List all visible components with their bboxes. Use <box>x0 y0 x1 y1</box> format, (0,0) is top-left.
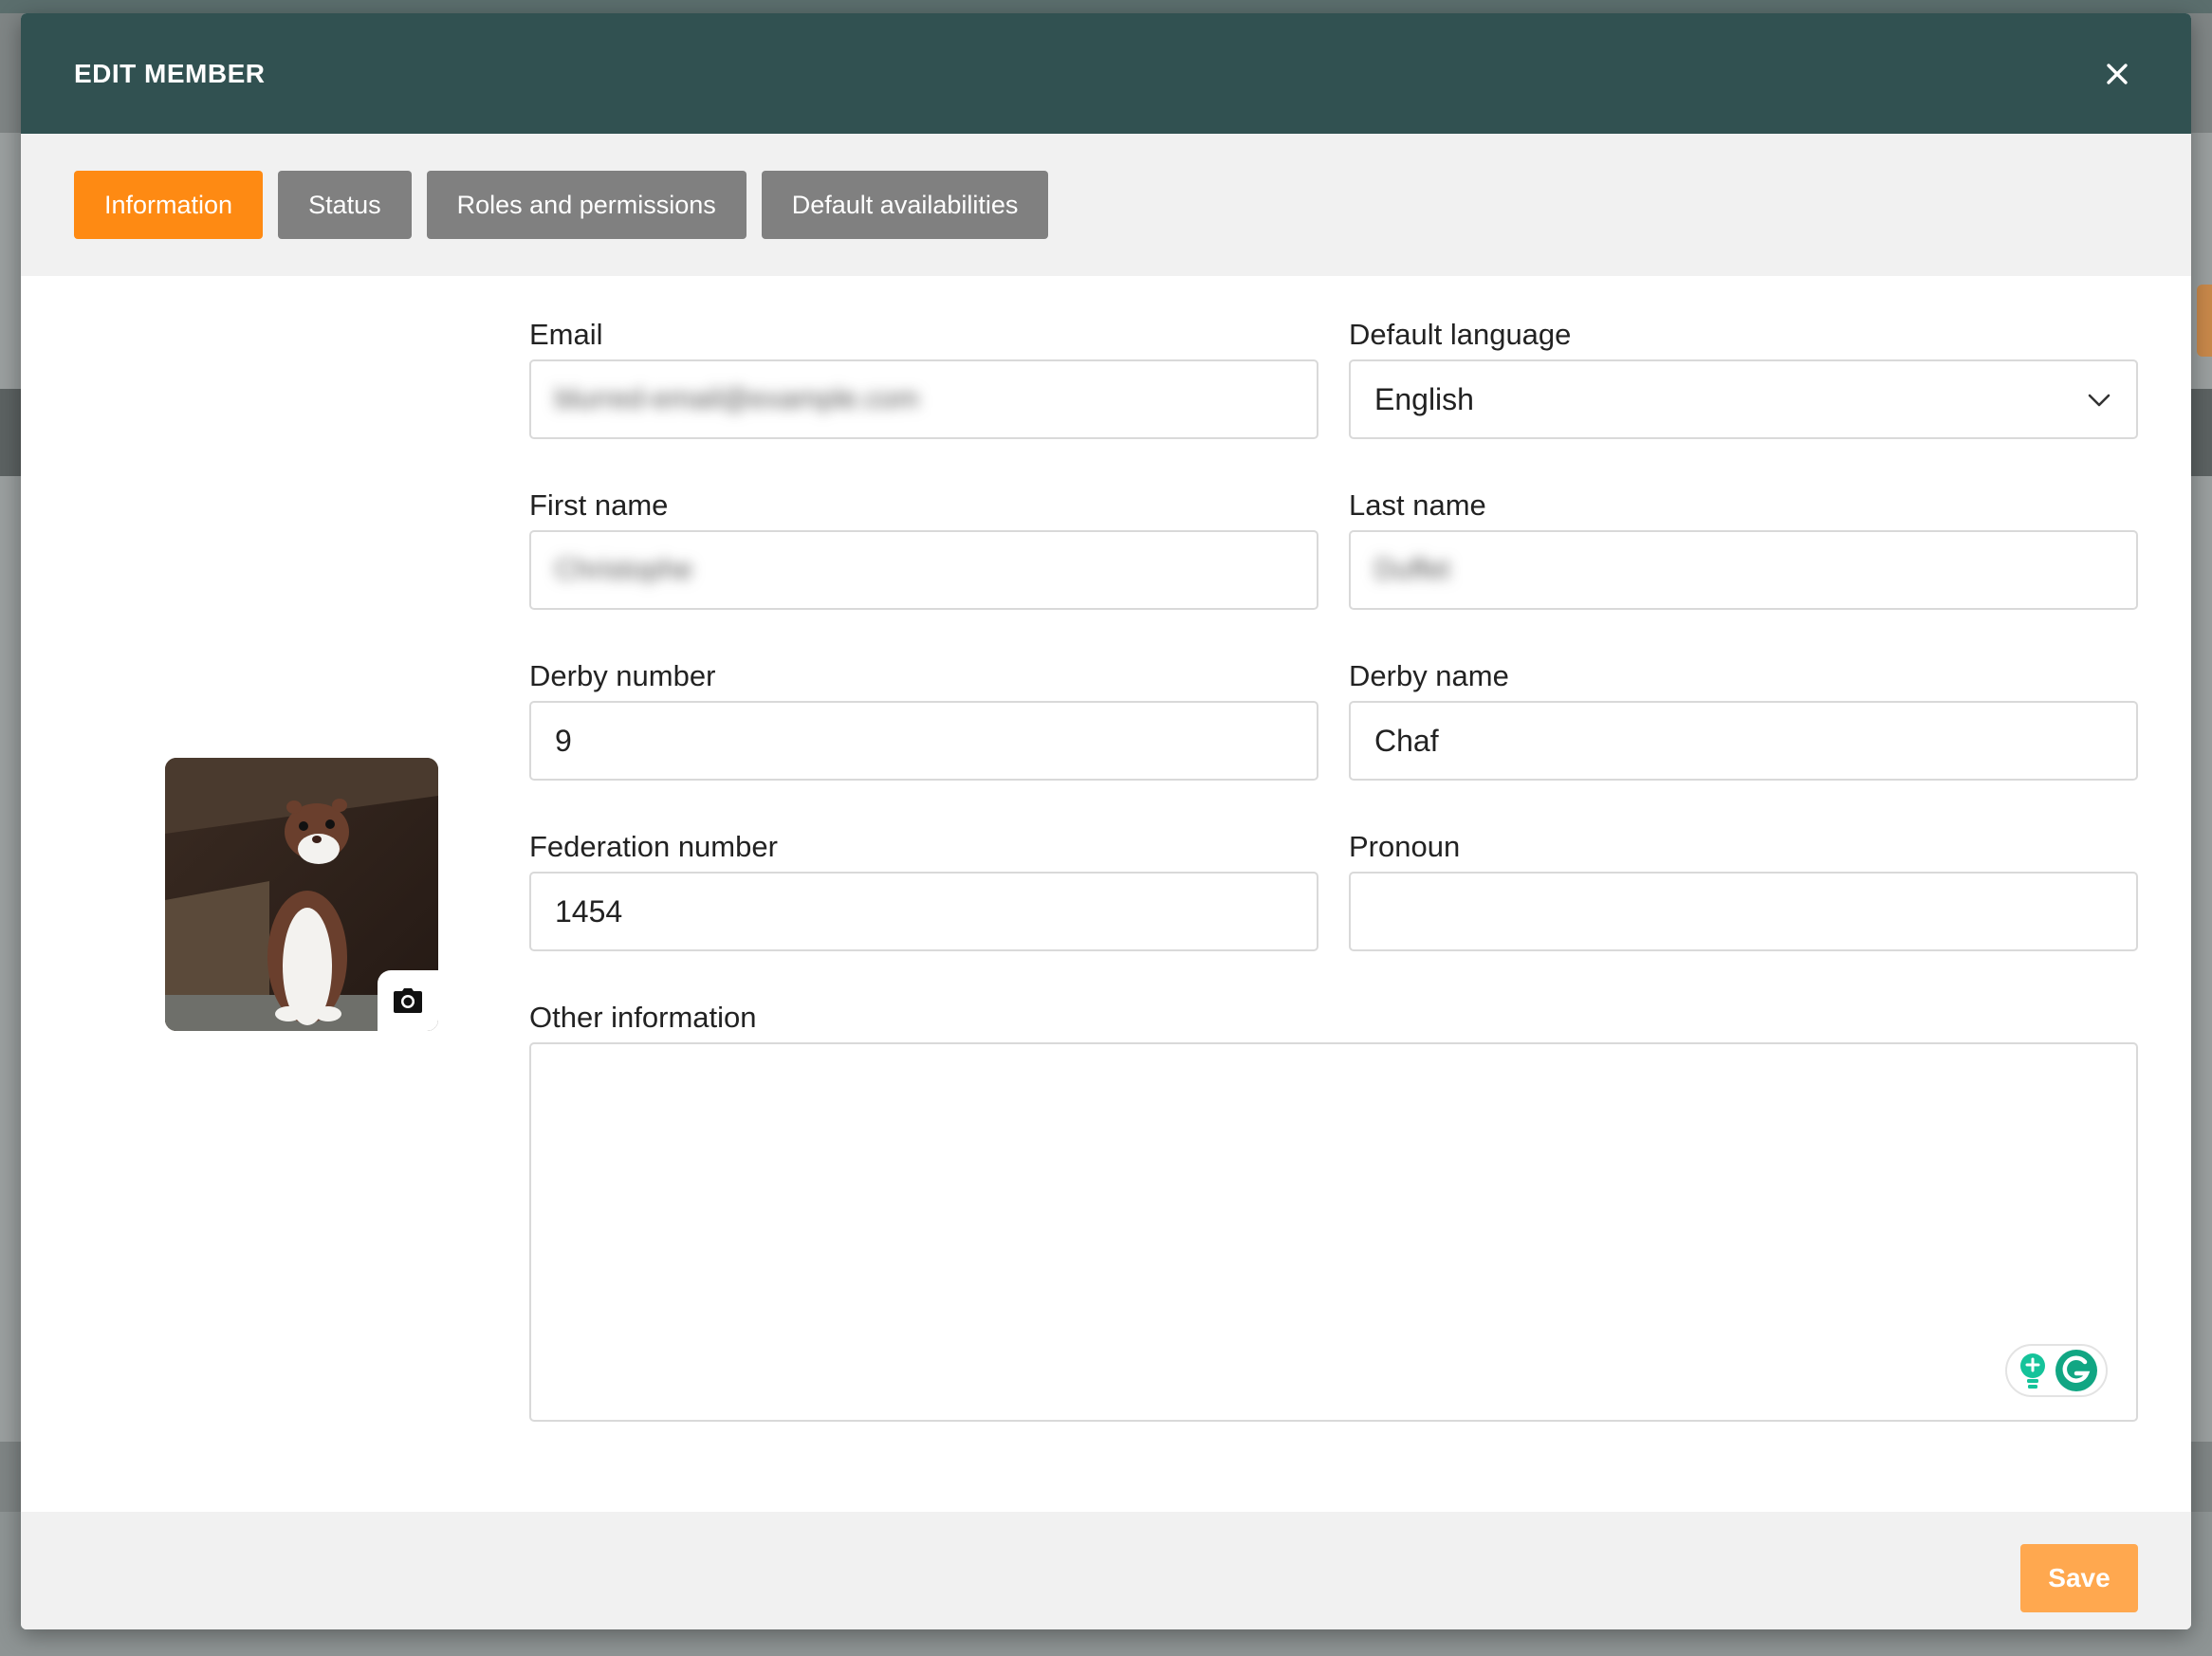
tab-default-availabilities[interactable]: Default availabilities <box>761 171 1049 239</box>
background-list-left <box>0 133 21 1442</box>
save-button[interactable]: Save <box>2020 1544 2138 1612</box>
last-name-field[interactable]: Duffet <box>1349 530 2138 610</box>
tab-information[interactable]: Information <box>74 171 264 239</box>
tab-status[interactable]: Status <box>278 171 412 239</box>
derby-number-field[interactable]: 9 <box>529 701 1318 781</box>
close-icon <box>2107 64 2128 84</box>
camera-icon <box>394 988 422 1013</box>
close-button[interactable] <box>2098 55 2136 93</box>
grammarly-widget[interactable] <box>2005 1344 2108 1397</box>
change-photo-button[interactable] <box>378 970 438 1031</box>
first-name-value: Christophe <box>555 554 693 585</box>
member-avatar[interactable] <box>165 758 438 1031</box>
lightbulb-icon[interactable] <box>2017 1352 2049 1389</box>
modal-header: EDIT MEMBER <box>21 13 2191 134</box>
chevron-down-icon <box>2088 394 2111 407</box>
other-information-textarea[interactable] <box>529 1042 2138 1422</box>
tab-bar: Information Status Roles and permissions… <box>21 134 2191 276</box>
modal-title: EDIT MEMBER <box>74 58 266 88</box>
email-value: blurred-email@example.com <box>555 383 919 414</box>
pronoun-label: Pronoun <box>1349 830 1461 863</box>
federation-number-value: 1454 <box>555 893 623 929</box>
edit-member-modal: EDIT MEMBER Information Status Roles and… <box>21 13 2191 1629</box>
pronoun-field[interactable] <box>1349 872 2138 951</box>
federation-number-field[interactable]: 1454 <box>529 872 1318 951</box>
derby-number-value: 9 <box>555 723 572 758</box>
federation-number-label: Federation number <box>529 830 778 863</box>
default-language-value: English <box>1374 381 1474 416</box>
last-name-value: Duffet <box>1374 554 1450 585</box>
first-name-label: First name <box>529 488 669 522</box>
modal-body: Email blurred-email@example.com Default … <box>21 276 2191 1512</box>
background-table-header-right <box>2191 389 2212 476</box>
derby-name-value: Chaf <box>1374 723 1439 758</box>
other-information-label: Other information <box>529 1001 757 1034</box>
last-name-label: Last name <box>1349 488 1486 522</box>
tab-roles-and-permissions[interactable]: Roles and permissions <box>426 171 747 239</box>
background-orange-button <box>2197 285 2212 357</box>
derby-number-label: Derby number <box>529 659 716 692</box>
modal-footer: Save <box>21 1512 2191 1629</box>
default-language-select[interactable]: English <box>1349 359 2138 439</box>
background-table-header-left <box>0 389 21 476</box>
email-field[interactable]: blurred-email@example.com <box>529 359 1318 439</box>
background-top-bar <box>0 0 2212 13</box>
first-name-field[interactable]: Christophe <box>529 530 1318 610</box>
email-label: Email <box>529 318 603 351</box>
derby-name-field[interactable]: Chaf <box>1349 701 2138 781</box>
derby-name-label: Derby name <box>1349 659 1509 692</box>
grammarly-logo-icon[interactable] <box>2055 1349 2098 1392</box>
default-language-label: Default language <box>1349 318 1572 351</box>
